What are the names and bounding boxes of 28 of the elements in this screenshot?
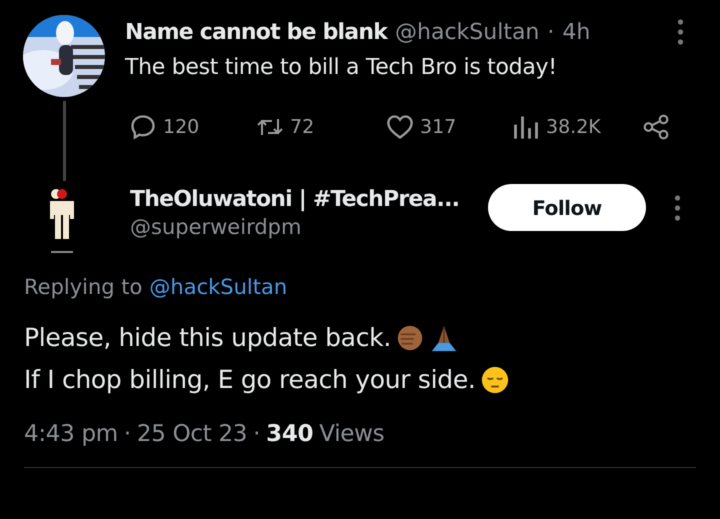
author-name[interactable]: Name cannot be blank [125, 20, 388, 44]
author-handle[interactable]: @hackSultan [395, 20, 540, 44]
author-handle[interactable]: @superweirdpm [130, 215, 488, 239]
separator: · [253, 421, 260, 447]
author-name[interactable]: TheOluwatoni | #TechPrea... [130, 187, 488, 212]
pensive-face-emoji-icon [480, 365, 510, 395]
action-count: 120 [163, 116, 200, 138]
views-label: Views [319, 421, 384, 447]
action-count: 317 [420, 116, 456, 138]
share-icon[interactable] [642, 113, 670, 141]
mention-link[interactable]: @hackSultan [149, 275, 288, 299]
tweet-text: The best time to bill a Tech Bro is today! [125, 55, 558, 80]
post-date: 25 Oct 23 [136, 421, 248, 447]
more-options-icon[interactable] [674, 195, 681, 221]
action-count: 38.2K [546, 116, 601, 138]
separator: · [547, 20, 554, 44]
heart-icon[interactable] [386, 113, 414, 141]
tweet-text: Please, hide this update back. [24, 322, 391, 354]
follow-button[interactable]: Follow [488, 184, 646, 231]
replying-label: Replying to [24, 275, 142, 299]
action-count: 72 [290, 116, 314, 138]
views-count: 340 [266, 421, 314, 447]
post-time: 4:43 pm [24, 421, 118, 447]
reply-icon[interactable] [129, 113, 157, 141]
more-options-icon[interactable] [677, 19, 684, 45]
separator: · [124, 421, 131, 447]
tweet-text: If I chop billing, E go reach your side. [24, 364, 476, 396]
tweet-time: 4h [562, 20, 590, 44]
